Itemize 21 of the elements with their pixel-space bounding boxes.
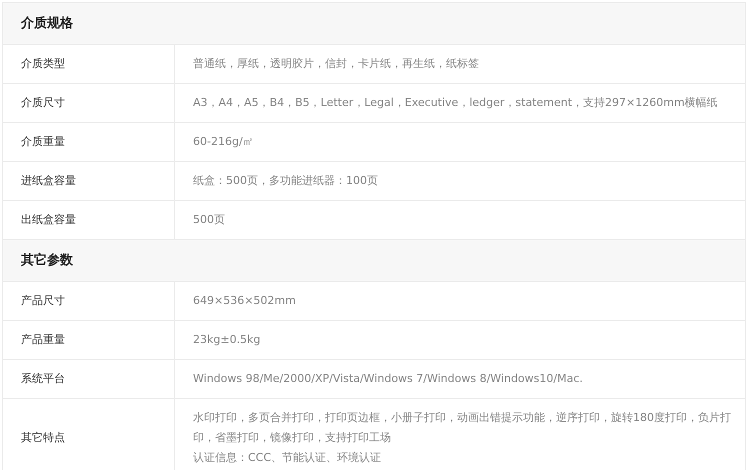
section-title: 其它参数 bbox=[21, 252, 73, 270]
spec-value: 23kg±0.5kg bbox=[193, 332, 262, 348]
spec-value: 60-216g/㎡ bbox=[193, 134, 255, 150]
spec-label: 其它特点 bbox=[21, 430, 65, 446]
spec-label: 介质类型 bbox=[21, 56, 65, 72]
section-title: 介质规格 bbox=[21, 14, 73, 33]
spec-value: Windows 98/Me/2000/XP/Vista/Windows 7/Windows 8/Windows10/Mac. bbox=[193, 371, 584, 387]
spec-label: 产品尺寸 bbox=[21, 292, 65, 309]
spec-value: 普通纸，厚纸，透明胶片，信封，卡片纸，再生纸，纸标签 bbox=[193, 56, 480, 72]
spec-value: 认证信息：CCC、节能认证、环境认证 bbox=[193, 450, 382, 466]
spec-value: 水印打印，多页合并打印，打印页边框，小册子打印，动画出错提示功能，逆序打印，旋转180度打印，负片打印，省墨打印，镜像打印，支持打印工场 bbox=[193, 410, 731, 446]
spec-label: 出纸盒容量 bbox=[21, 212, 76, 228]
spec-label: 介质尺寸 bbox=[21, 94, 65, 111]
spec-label: 进纸盒容量 bbox=[21, 172, 76, 189]
spec-label: 系统平台 bbox=[21, 370, 65, 387]
spec-value: 纸盒：500页，多功能进纸器：100页 bbox=[193, 173, 379, 189]
spec-value: 649×536×502mm bbox=[193, 293, 297, 309]
spec-label: 产品重量 bbox=[21, 332, 65, 348]
spec-label: 介质重量 bbox=[21, 134, 65, 150]
spec-value: A3，A4，A5，B4，B5，Letter，Legal，Executive，ledger，statement，支持297×1260mm横幅纸 bbox=[193, 95, 719, 111]
spec-value: 500页 bbox=[193, 212, 226, 228]
